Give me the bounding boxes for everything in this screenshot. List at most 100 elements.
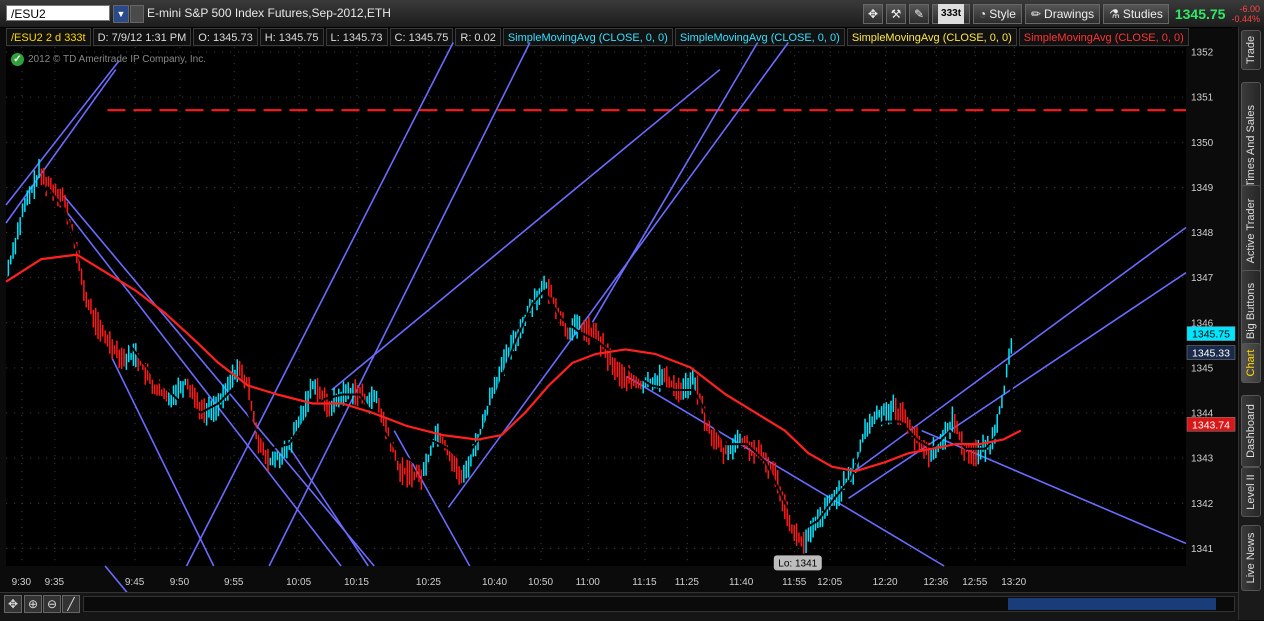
grid-dot bbox=[587, 175, 589, 177]
grid-dot bbox=[542, 277, 544, 279]
grid-dot bbox=[398, 96, 400, 98]
grid-dot bbox=[1013, 447, 1015, 449]
grid-dot bbox=[54, 151, 56, 153]
line-tool-icon[interactable]: ╱ bbox=[62, 595, 80, 613]
grid-dot bbox=[550, 96, 552, 98]
tab-trade[interactable]: Trade bbox=[1241, 30, 1261, 70]
grid-dot bbox=[21, 407, 23, 409]
grid-dot bbox=[6, 367, 8, 369]
moving-averages bbox=[5, 185, 1023, 531]
tab-active-trader[interactable]: Active Trader bbox=[1241, 185, 1261, 277]
grid-dot bbox=[1158, 141, 1160, 143]
grid-dot bbox=[38, 502, 40, 504]
grid-dot bbox=[102, 277, 104, 279]
grid-dot bbox=[829, 175, 831, 177]
grid-dot bbox=[846, 457, 848, 459]
grid-dot bbox=[102, 322, 104, 324]
tab-live-news[interactable]: Live News bbox=[1241, 525, 1261, 591]
price-bar bbox=[732, 438, 734, 460]
grid-dot bbox=[356, 415, 358, 417]
grid-dot bbox=[644, 79, 646, 81]
grid-dot bbox=[134, 223, 136, 225]
grid-dot bbox=[974, 375, 976, 377]
grid-dot bbox=[54, 547, 56, 549]
grid-dot bbox=[214, 186, 216, 188]
grid-dot bbox=[470, 322, 472, 324]
grid-dot bbox=[886, 96, 888, 98]
grid-dot bbox=[454, 96, 456, 98]
grid-dot bbox=[233, 311, 235, 313]
zoom-out-icon[interactable]: ⊖ bbox=[43, 595, 61, 613]
grid-dot bbox=[86, 96, 88, 98]
grid-dot bbox=[428, 239, 430, 241]
grid-dot bbox=[54, 87, 56, 89]
tab-level-ii[interactable]: Level II bbox=[1241, 467, 1261, 517]
tab-chart[interactable]: Chart bbox=[1241, 343, 1261, 383]
chart-scrollbar[interactable] bbox=[83, 596, 1235, 612]
grid-dot bbox=[526, 232, 528, 234]
grid-dot bbox=[21, 79, 23, 81]
grid-dot bbox=[806, 502, 808, 504]
grid-dot bbox=[158, 232, 160, 234]
grid-dot bbox=[233, 87, 235, 89]
grid-dot bbox=[829, 559, 831, 561]
pan-icon[interactable]: ✥ bbox=[4, 595, 22, 613]
grid-dot bbox=[179, 431, 181, 433]
grid-dot bbox=[270, 51, 272, 53]
grid-dot bbox=[406, 51, 408, 53]
grid-dot bbox=[1174, 277, 1176, 279]
grid-dot bbox=[356, 559, 358, 561]
grid-dot bbox=[558, 186, 560, 188]
grid-dot bbox=[179, 287, 181, 289]
grid-dot bbox=[982, 457, 984, 459]
grid-dot bbox=[758, 277, 760, 279]
grid-dot bbox=[644, 183, 646, 185]
grid-dot bbox=[126, 141, 128, 143]
grid-dot bbox=[298, 295, 300, 297]
grid-dot bbox=[934, 141, 936, 143]
price-bar bbox=[257, 433, 260, 454]
scrollbar-thumb[interactable] bbox=[1008, 598, 1216, 610]
price-bar bbox=[890, 400, 892, 424]
grid-dot bbox=[233, 511, 235, 513]
grid-dot bbox=[974, 239, 976, 241]
grid-dot bbox=[182, 232, 184, 234]
tab-big-buttons[interactable]: Big Buttons bbox=[1241, 270, 1261, 352]
price-bar bbox=[635, 376, 637, 389]
grid-dot bbox=[540, 87, 542, 89]
grid-dot bbox=[182, 141, 184, 143]
grid-dot bbox=[587, 47, 589, 49]
tab-dashboard[interactable]: Dashboard bbox=[1241, 395, 1261, 467]
grid-dot bbox=[646, 547, 648, 549]
grid-dot bbox=[21, 319, 23, 321]
grid-dot bbox=[1094, 277, 1096, 279]
grid-dot bbox=[14, 232, 16, 234]
grid-dot bbox=[179, 47, 181, 49]
price-chart[interactable]: 1341134213431344134513461347134813491350… bbox=[0, 0, 1238, 592]
grid-dot bbox=[830, 547, 832, 549]
grid-dot bbox=[262, 547, 264, 549]
grid-dot bbox=[885, 367, 887, 369]
grid-dot bbox=[356, 103, 358, 105]
grid-dot bbox=[862, 412, 864, 414]
grid-dot bbox=[233, 407, 235, 409]
price-bar bbox=[666, 366, 668, 390]
grid-dot bbox=[686, 535, 688, 537]
grid-dot bbox=[1086, 502, 1088, 504]
grid-dot bbox=[54, 447, 56, 449]
grid-dot bbox=[54, 463, 56, 465]
grid-dot bbox=[686, 415, 688, 417]
price-bar bbox=[694, 377, 696, 392]
zoom-in-icon[interactable]: ⊕ bbox=[24, 595, 42, 613]
price-bar bbox=[92, 309, 95, 328]
grid-dot bbox=[356, 535, 358, 537]
grid-dot bbox=[428, 335, 430, 337]
price-bar bbox=[300, 405, 302, 426]
grid-dot bbox=[587, 383, 589, 385]
grid-dot bbox=[446, 51, 448, 53]
grid-dot bbox=[21, 151, 23, 153]
grid-dot bbox=[398, 141, 400, 143]
grid-dot bbox=[179, 559, 181, 561]
grid-dot bbox=[390, 186, 392, 188]
grid-dot bbox=[1054, 186, 1056, 188]
